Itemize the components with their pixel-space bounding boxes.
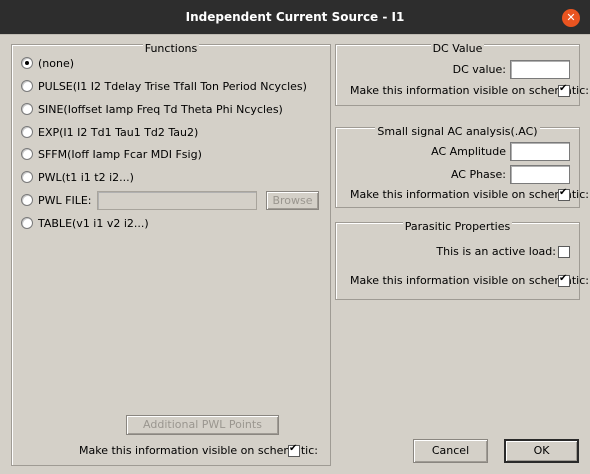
dialog-content: Functions (none) PULSE(I1 I2 Tdelay Tris… <box>0 34 590 474</box>
radio-label: SFFM(Ioff Iamp Fcar MDI Fsig) <box>38 147 202 161</box>
radio-pwl-file[interactable]: PWL FILE: <box>21 192 92 208</box>
ac-amplitude-label: AC Amplitude <box>431 145 506 158</box>
browse-button[interactable]: Browse <box>266 191 319 210</box>
dc-value-label: DC value: <box>452 63 506 76</box>
dc-visible-label: Make this information visible on schemat… <box>350 84 589 97</box>
parasitic-visible-checkbox[interactable] <box>558 273 570 287</box>
radio-button[interactable] <box>21 126 33 138</box>
radio-button[interactable] <box>21 103 33 115</box>
radio-sffm[interactable]: SFFM(Ioff Iamp Fcar MDI Fsig) <box>21 146 202 162</box>
ac-analysis-group: Small signal AC analysis(.AC) AC Amplitu… <box>335 125 589 208</box>
close-icon[interactable]: ✕ <box>562 9 580 27</box>
dc-value-input[interactable] <box>510 60 570 79</box>
ac-phase-input[interactable] <box>510 165 570 184</box>
parasitic-group: Parasitic Properties This is an active l… <box>335 220 589 300</box>
radio-label: TABLE(v1 i1 v2 i2...) <box>38 216 149 230</box>
pwl-file-input[interactable] <box>97 191 257 210</box>
active-load-checkbox[interactable] <box>558 246 570 258</box>
radio-label: PULSE(I1 I2 Tdelay Trise Tfall Ton Perio… <box>38 79 307 93</box>
radio-label: PWL(t1 i1 t2 i2...) <box>38 170 134 184</box>
radio-pulse[interactable]: PULSE(I1 I2 Tdelay Trise Tfall Ton Perio… <box>21 78 307 94</box>
dc-value-group: DC Value DC value: Make this information… <box>335 42 589 106</box>
additional-pwl-points-button[interactable]: Additional PWL Points <box>126 415 279 435</box>
dc-visible-checkbox[interactable] <box>558 83 570 97</box>
ac-analysis-title: Small signal AC analysis(.AC) <box>375 125 540 138</box>
cancel-button[interactable]: Cancel <box>413 439 488 463</box>
radio-label: SINE(Ioffset Iamp Freq Td Theta Phi Ncyc… <box>38 102 283 116</box>
radio-label: (none) <box>38 56 75 70</box>
radio-button[interactable] <box>21 80 33 92</box>
functions-title: Functions <box>142 42 200 55</box>
radio-button[interactable] <box>21 217 33 229</box>
ok-button[interactable]: OK <box>504 439 579 463</box>
dialog-window: Independent Current Source - I1 ✕ Functi… <box>0 0 590 474</box>
radio-exp[interactable]: EXP(I1 I2 Td1 Tau1 Td2 Tau2) <box>21 124 198 140</box>
radio-button[interactable] <box>21 57 33 69</box>
ac-phase-label: AC Phase: <box>450 168 506 181</box>
parasitic-title: Parasitic Properties <box>402 220 513 233</box>
radio-button[interactable] <box>21 171 33 183</box>
parasitic-visible-label: Make this information visible on schemat… <box>350 274 589 287</box>
radio-button[interactable] <box>21 148 33 160</box>
functions-group: Functions (none) PULSE(I1 I2 Tdelay Tris… <box>11 42 331 466</box>
radio-pwl[interactable]: PWL(t1 i1 t2 i2...) <box>21 169 134 185</box>
window-title: Independent Current Source - I1 <box>185 10 405 24</box>
radio-none[interactable]: (none) <box>21 55 74 71</box>
ac-visible-checkbox[interactable] <box>558 187 570 201</box>
title-bar[interactable]: Independent Current Source - I1 ✕ <box>0 0 590 34</box>
dc-value-title: DC Value <box>430 42 485 55</box>
functions-visible-label: Make this information visible on schemat… <box>79 444 318 457</box>
ac-amplitude-input[interactable] <box>510 142 570 161</box>
radio-label: PWL FILE: <box>38 193 92 207</box>
active-load-label: This is an active load: <box>436 245 556 258</box>
radio-sine[interactable]: SINE(Ioffset Iamp Freq Td Theta Phi Ncyc… <box>21 101 283 117</box>
radio-button[interactable] <box>21 194 33 206</box>
functions-visible-checkbox[interactable] <box>288 443 300 457</box>
radio-table[interactable]: TABLE(v1 i1 v2 i2...) <box>21 215 149 231</box>
radio-label: EXP(I1 I2 Td1 Tau1 Td2 Tau2) <box>38 125 199 139</box>
ac-visible-label: Make this information visible on schemat… <box>350 188 589 201</box>
